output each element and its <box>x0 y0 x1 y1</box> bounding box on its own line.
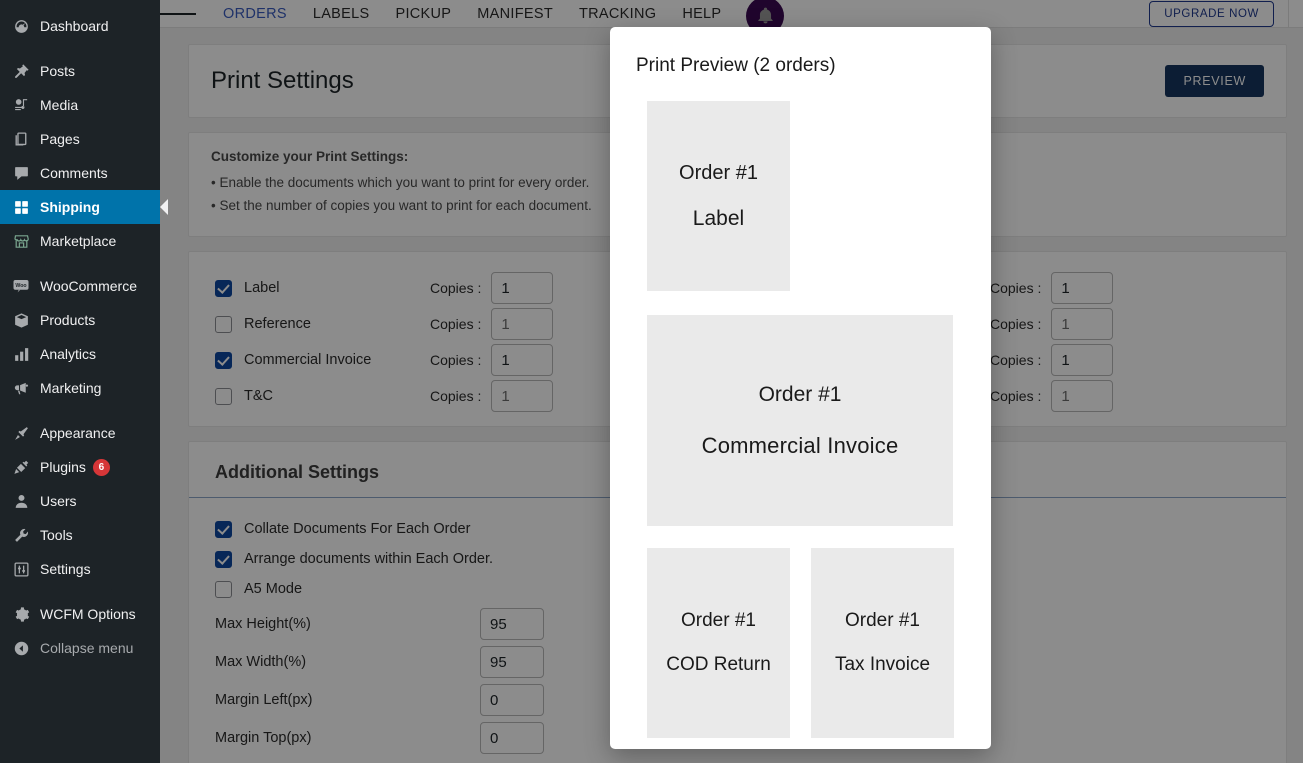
store-icon <box>11 231 31 251</box>
woo-icon: Woo <box>11 276 31 296</box>
sidebar-item-label: Posts <box>40 63 76 79</box>
sidebar-item-comments[interactable]: Comments <box>0 156 160 190</box>
sidebar-item-marketplace[interactable]: Marketplace <box>0 224 160 258</box>
sidebar-item-label: Shipping <box>40 199 100 215</box>
preview-order-number: Order #1 <box>845 610 920 631</box>
modal-title: Print Preview (2 orders) <box>636 55 836 76</box>
plugins-update-badge: 6 <box>92 458 110 476</box>
pin-icon <box>11 61 31 81</box>
sidebar-item-label: Marketplace <box>40 233 117 249</box>
preview-doc-name: Tax Invoice <box>834 654 931 675</box>
bars-icon <box>11 344 31 364</box>
gear-icon <box>11 604 31 624</box>
sidebar-item-label: Comments <box>40 165 108 181</box>
sliders-icon <box>11 559 31 579</box>
preview-row-2: Order #1 Commercial Invoice <box>610 315 991 526</box>
sidebar-item-label: Users <box>40 493 77 509</box>
preview-order-number: Order #1 <box>681 610 756 631</box>
wrench-icon <box>11 525 31 545</box>
sidebar-item-dashboard[interactable]: Dashboard <box>0 9 160 43</box>
preview-card-cod-return[interactable]: Order #1 COD Return <box>647 548 790 738</box>
sidebar-item-label: Analytics <box>40 346 97 362</box>
sidebar-item-plugins[interactable]: Plugins 6 <box>0 450 160 484</box>
sidebar-item-shipping[interactable]: Shipping <box>0 190 168 224</box>
preview-doc-name: Commercial Invoice <box>701 432 899 458</box>
box-icon <box>11 310 31 330</box>
preview-card-tax-invoice[interactable]: Order #1 Tax Invoice <box>811 548 954 738</box>
sidebar-item-appearance[interactable]: Appearance <box>0 416 160 450</box>
sidebar-item-tools[interactable]: Tools <box>0 518 160 552</box>
sidebar-item-label: Pages <box>40 131 80 147</box>
grid-icon <box>11 197 31 217</box>
sidebar-item-label: Tools <box>40 527 73 543</box>
sidebar-item-collapse-menu[interactable]: Collapse menu <box>0 631 160 665</box>
sidebar-item-pages[interactable]: Pages <box>0 122 160 156</box>
sidebar-item-media[interactable]: Media <box>0 88 160 122</box>
sidebar-item-label: Collapse menu <box>40 640 134 656</box>
sidebar-item-products[interactable]: Products <box>0 303 160 337</box>
preview-row-3: Order #1 COD Return Order #1 Tax Invoice <box>610 548 991 738</box>
megaphone-icon <box>11 378 31 398</box>
dashboard-icon <box>11 16 31 36</box>
sidebar-item-woocommerce[interactable]: Woo WooCommerce <box>0 269 160 303</box>
svg-text:Woo: Woo <box>15 283 26 289</box>
sidebar-item-label: Products <box>40 312 96 328</box>
sidebar-item-label: Marketing <box>40 380 102 396</box>
preview-order-number: Order #1 <box>758 382 842 406</box>
sidebar-item-settings[interactable]: Settings <box>0 552 160 586</box>
brush-icon <box>11 423 31 443</box>
preview-doc-name: Label <box>692 206 745 230</box>
sidebar-item-marketing[interactable]: Marketing <box>0 371 160 405</box>
sidebar-item-posts[interactable]: Posts <box>0 54 160 88</box>
sidebar-item-wcfm-options[interactable]: WCFM Options <box>0 597 160 631</box>
sidebar-item-label: Appearance <box>40 425 116 441</box>
user-icon <box>11 491 31 511</box>
sidebar-item-users[interactable]: Users <box>0 484 160 518</box>
sidebar-item-label: Dashboard <box>40 18 109 34</box>
sidebar-item-label: Plugins <box>40 459 86 475</box>
preview-area: Order #1 Label Order #1 Commercial Invoi… <box>610 77 991 738</box>
preview-card-commercial-invoice[interactable]: Order #1 Commercial Invoice <box>647 315 953 526</box>
sidebar-item-label: Settings <box>40 561 91 577</box>
sidebar-item-analytics[interactable]: Analytics <box>0 337 160 371</box>
pages-icon <box>11 129 31 149</box>
admin-sidebar: Dashboard Posts Media Pages Comments Shi… <box>0 0 168 763</box>
plug-icon <box>11 457 31 477</box>
preview-row-1: Order #1 Label <box>610 101 991 291</box>
sidebar-item-label: Media <box>40 97 79 113</box>
preview-order-number: Order #1 <box>679 161 758 184</box>
media-icon <box>11 95 31 115</box>
preview-doc-name: COD Return <box>666 654 771 675</box>
sidebar-item-label: WCFM Options <box>40 606 136 622</box>
print-preview-modal: Print Preview (2 orders) Order #1 Label … <box>610 27 991 749</box>
sidebar-item-label: WooCommerce <box>40 278 137 294</box>
comments-icon <box>11 163 31 183</box>
preview-card-label[interactable]: Order #1 Label <box>647 101 790 291</box>
collapse-icon <box>11 638 31 658</box>
